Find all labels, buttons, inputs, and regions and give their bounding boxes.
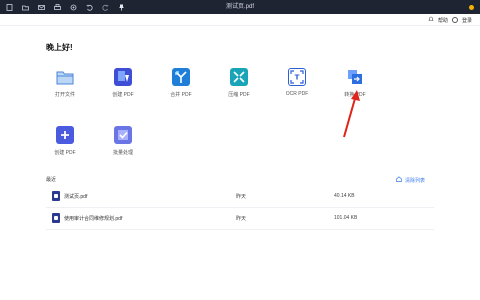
tool-label: 打开文件 [54, 92, 75, 98]
tool-convert-pdf[interactable]: 转换 PDF [332, 68, 378, 98]
clear-list-label: 清除列表 [405, 177, 426, 184]
home-icon [396, 176, 402, 184]
mail-icon[interactable] [38, 4, 45, 11]
window-controls [469, 0, 474, 14]
title-bar: 测试页.pdf [0, 0, 480, 14]
tool-label: 批量处理 [112, 150, 133, 156]
compress-pdf-icon [230, 68, 248, 86]
tool-ocr-pdf[interactable]: T OCR PDF [274, 68, 320, 97]
file-icon[interactable] [6, 3, 13, 11]
file-size: 101.04 KB [334, 215, 358, 221]
help-label[interactable]: 帮助 [438, 17, 448, 24]
user-avatar-icon[interactable] [451, 17, 458, 23]
tool-merge-pdf[interactable]: 合并 PDF [158, 68, 204, 98]
print-icon[interactable] [54, 3, 61, 11]
bell-icon[interactable] [428, 16, 434, 24]
tool-label: 合并 PDF [170, 92, 192, 98]
pdf-file-icon [52, 191, 60, 201]
tool-create-pdf[interactable]: 创建 PDF [100, 68, 146, 98]
folder-icon [56, 68, 74, 86]
ocr-pdf-icon: T [288, 68, 306, 86]
login-label[interactable]: 登录 [462, 17, 472, 24]
tool-label: OCR PDF [285, 91, 309, 97]
create-pdf-icon [114, 68, 132, 86]
home-panel: 晚上好! 打开文件 创建 PDF 合并 PDF 压缩 PDF T OCR PDF [0, 26, 480, 300]
quick-toolbar [6, 0, 125, 14]
open-folder-icon[interactable] [22, 4, 29, 11]
convert-pdf-icon [346, 68, 364, 86]
pdf-file-icon [52, 213, 60, 223]
tool-label: 创建 PDF [54, 150, 76, 156]
file-name: 测试页.pdf [64, 194, 88, 200]
notification-dot-icon[interactable] [469, 4, 474, 10]
recent-heading: 最近 [46, 177, 57, 183]
merge-pdf-icon [172, 68, 190, 86]
settings-icon[interactable] [70, 4, 77, 11]
secondary-bar: 帮助 登录 [0, 14, 480, 26]
batch-process-icon [114, 126, 132, 144]
tool-label: 压缩 PDF [228, 92, 250, 98]
recent-file-row[interactable]: 使用审计合同维修规划.pdf 昨天 101.04 KB [46, 208, 434, 230]
pin-icon[interactable] [118, 4, 125, 11]
add-pdf-icon [56, 126, 74, 144]
svg-text:T: T [295, 74, 300, 82]
greeting-heading: 晚上好! [46, 43, 73, 52]
file-name: 使用审计合同维修规划.pdf [64, 216, 123, 222]
file-size: 40.14 KB [334, 193, 355, 199]
tool-compress-pdf[interactable]: 压缩 PDF [216, 68, 262, 98]
tool-label: 创建 PDF [112, 92, 134, 98]
tool-add-pdf[interactable]: 创建 PDF [42, 126, 88, 156]
account-area: 帮助 登录 [428, 14, 472, 26]
tool-label: 转换 PDF [344, 92, 366, 98]
undo-icon[interactable] [86, 4, 93, 11]
tool-batch-process[interactable]: 批量处理 [100, 126, 146, 156]
file-date: 昨天 [236, 194, 247, 200]
tool-open-file[interactable]: 打开文件 [42, 68, 88, 98]
clear-list-button[interactable]: 清除列表 [396, 176, 425, 184]
file-date: 昨天 [236, 216, 247, 222]
redo-icon[interactable] [102, 4, 109, 11]
recent-file-row[interactable]: 测试页.pdf 昨天 40.14 KB [46, 186, 434, 208]
